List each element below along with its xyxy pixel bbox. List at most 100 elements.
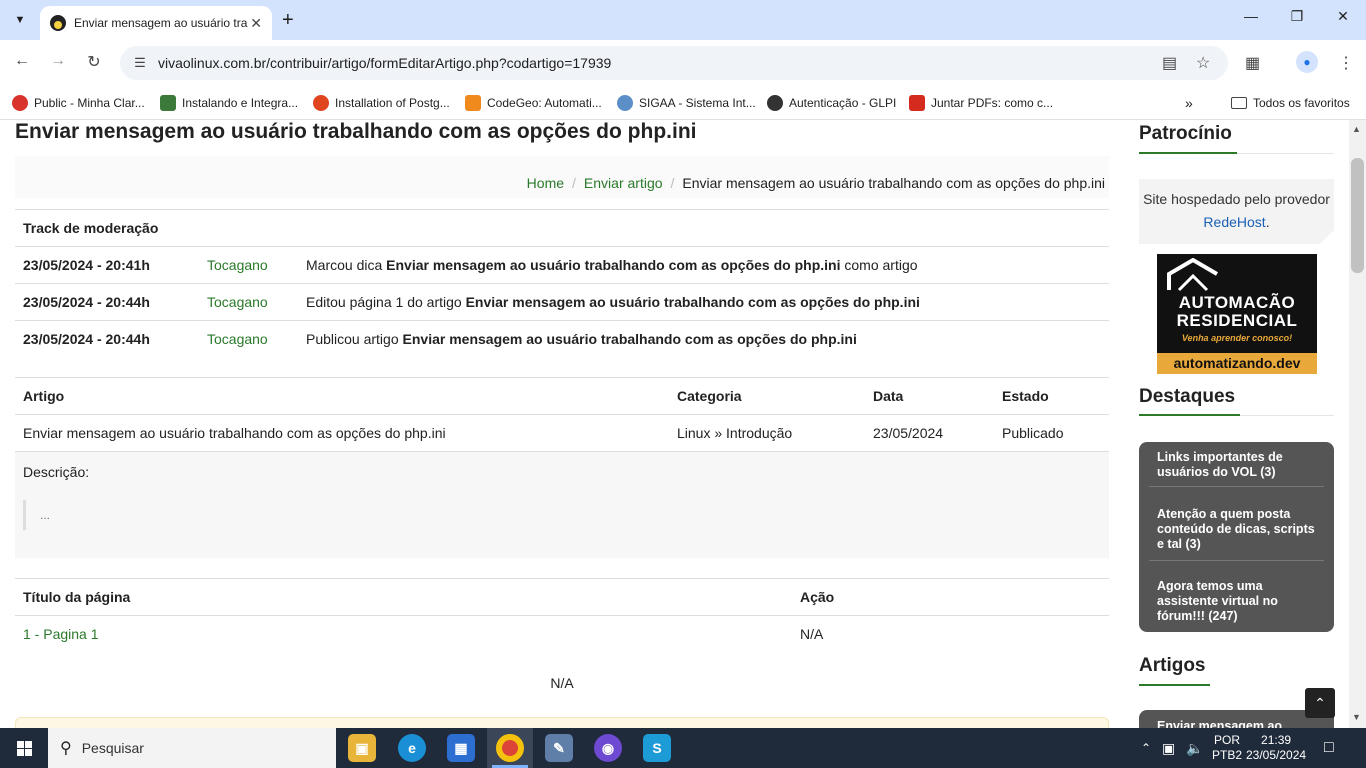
col-estado: Estado <box>994 377 1109 415</box>
firefox-icon[interactable]: ◉ <box>594 734 622 762</box>
sponsor-box: Site hospedado pelo provedor RedeHost. <box>1139 179 1334 244</box>
clock[interactable]: 21:39 23/05/2024 <box>1246 728 1306 768</box>
skype-icon[interactable]: S <box>643 734 671 762</box>
breadcrumb-home-link[interactable]: Home <box>527 175 564 191</box>
bookmark-item[interactable]: SIGAA - Sistema Int... <box>617 93 756 113</box>
store-icon[interactable]: ▦ <box>447 734 475 762</box>
reload-button[interactable]: ↻ <box>82 52 106 72</box>
description-text: ... <box>40 508 51 522</box>
description-panel: Descrição: ... <box>15 451 1109 558</box>
paint-icon[interactable]: ✎ <box>545 734 573 762</box>
article-table: Artigo Categoria Data Estado Enviar mens… <box>15 377 1109 452</box>
extensions-icon[interactable]: ▦ <box>1245 53 1260 73</box>
bookmarks-bar: Public - Minha Clar... Instalando e Inte… <box>0 86 1366 120</box>
moderation-user-link[interactable]: Tocagano <box>199 320 298 358</box>
page-action: N/A <box>792 615 1109 653</box>
bookmark-favicon-icon <box>12 95 28 111</box>
title-underline <box>1139 684 1210 686</box>
artigo-link[interactable]: Enviar mensagem ao <box>1157 719 1317 728</box>
table-row: 23/05/2024 - 20:44h Tocagano Editou pági… <box>15 283 1109 321</box>
destaque-link[interactable]: Atenção a quem posta conteúdo de dicas, … <box>1157 507 1317 552</box>
address-bar[interactable]: ☰ vivaolinux.com.br/contribuir/artigo/fo… <box>120 46 1228 80</box>
back-button[interactable]: ← <box>10 52 34 70</box>
destaque-link[interactable]: Links importantes de usuários do VOL (3) <box>1157 450 1317 480</box>
ad-banner[interactable]: AUTOMACÃO RESIDENCIAL Venha aprender cono… <box>1157 254 1317 374</box>
menu-icon[interactable]: ⋮ <box>1338 53 1354 73</box>
article-title: Enviar mensagem ao usuário trabalhando c… <box>15 414 669 452</box>
redehost-link[interactable]: RedeHost <box>1203 214 1265 230</box>
tray-chevron-icon[interactable]: ⌃ <box>1141 728 1151 768</box>
page-link[interactable]: 1 - Pagina 1 <box>15 615 792 653</box>
sidebar-title-destaques: Destaques <box>1139 386 1236 407</box>
col-categoria: Categoria <box>669 377 865 415</box>
bookmark-item[interactable]: Instalando e Integra... <box>160 93 298 113</box>
moderation-user-link[interactable]: Tocagano <box>199 246 298 284</box>
moderation-date: 23/05/2024 - 20:41h <box>15 246 199 284</box>
url-text[interactable]: vivaolinux.com.br/contribuir/artigo/form… <box>158 55 611 71</box>
description-label: Descrição: <box>23 464 90 480</box>
bookmark-item[interactable]: Public - Minha Clar... <box>12 93 145 113</box>
bookmark-star-icon[interactable]: ☆ <box>1196 53 1210 73</box>
breadcrumb-enviar-link[interactable]: Enviar artigo <box>584 175 663 191</box>
file-explorer-icon[interactable]: ▣ <box>348 734 376 762</box>
install-app-icon[interactable]: ▤ <box>1162 53 1177 73</box>
new-tab-button[interactable]: + <box>282 9 294 32</box>
bookmark-favicon-icon <box>617 95 633 111</box>
more-bookmarks-chevron-icon[interactable]: » <box>1185 93 1193 113</box>
sidebar-title-artigos: Artigos <box>1139 655 1206 676</box>
notice-box <box>15 717 1109 728</box>
edge-icon[interactable]: e <box>398 734 426 762</box>
bookmark-favicon-icon <box>909 95 925 111</box>
site-favicon-icon <box>50 15 66 31</box>
divider <box>1149 486 1324 487</box>
active-tab[interactable]: Enviar mensagem ao usuário tra ✕ <box>40 6 272 40</box>
site-info-icon[interactable]: ☰ <box>130 53 150 73</box>
notification-icon[interactable]: □ <box>1324 728 1334 768</box>
tab-search-button[interactable]: ▼ <box>8 8 32 32</box>
search-placeholder: Pesquisar <box>81 740 144 756</box>
sponsor-corner <box>1320 230 1334 244</box>
scroll-down-arrow-icon[interactable]: ▼ <box>1352 712 1361 722</box>
bookmark-favicon-icon <box>465 95 481 111</box>
bookmark-favicon-icon <box>313 95 329 111</box>
close-window-button[interactable]: ✕ <box>1320 8 1366 25</box>
bookmark-item[interactable]: Juntar PDFs: como c... <box>909 93 1053 113</box>
browser-toolbar: ← → ↻ ☰ vivaolinux.com.br/contribuir/art… <box>0 40 1366 86</box>
bookmark-item[interactable]: Installation of Postg... <box>313 93 450 113</box>
moderation-action: Marcou dica Enviar mensagem ao usuário t… <box>298 246 1109 284</box>
breadcrumb: Home / Enviar artigo / Enviar mensagem ao us… <box>15 156 1109 198</box>
scroll-to-top-button[interactable]: ⌃ <box>1305 688 1335 718</box>
all-favorites-folder[interactable]: Todos os favoritos <box>1231 93 1350 113</box>
tab-close-icon[interactable]: ✕ <box>250 15 262 32</box>
destaques-list: Links importantes de usuários do VOL (3)… <box>1139 442 1334 632</box>
minimize-button[interactable]: — <box>1228 8 1274 24</box>
ad-headline: AUTOMACÃO RESIDENCIAL <box>1176 293 1298 330</box>
table-row: 1 - Pagina 1 N/A <box>15 615 1109 653</box>
volume-icon[interactable]: 🔈 <box>1186 728 1203 768</box>
tab-strip: ▼ Enviar mensagem ao usuário tra ✕ + — ❐… <box>0 0 1366 40</box>
profile-avatar[interactable]: ● <box>1296 51 1318 73</box>
table-row: 23/05/2024 - 20:44h Tocagano Publicou ar… <box>15 320 1109 358</box>
chrome-icon[interactable] <box>496 734 524 762</box>
restore-button[interactable]: ❐ <box>1274 8 1320 25</box>
taskbar-search[interactable]: ⚲ Pesquisar <box>48 728 336 768</box>
house-logo-icon <box>1167 258 1219 292</box>
windows-taskbar: ⚲ Pesquisar ▣ e ▦ ✎ ◉ S ⌃ ▣ 🔈 POR PTB2 21… <box>0 728 1366 768</box>
scroll-up-arrow-icon[interactable]: ▲ <box>1352 124 1361 134</box>
description-quote-bar <box>23 500 35 530</box>
bookmark-item[interactable]: Autenticação - GLPI <box>767 93 896 113</box>
article-category: Linux » Introdução <box>669 414 865 452</box>
moderation-user-link[interactable]: Tocagano <box>199 283 298 321</box>
windows-logo-icon <box>16 740 32 756</box>
forward-button[interactable]: → <box>46 52 70 70</box>
bookmark-item[interactable]: CodeGeo: Automati... <box>465 93 602 113</box>
page-scrollbar[interactable]: ▲ ▼ <box>1349 120 1366 728</box>
scroll-thumb[interactable] <box>1351 158 1364 273</box>
destaque-link[interactable]: Agora temos uma assistente virtual no fó… <box>1157 579 1317 624</box>
network-icon[interactable]: ▣ <box>1162 728 1175 768</box>
search-icon: ⚲ <box>60 740 72 757</box>
table-header-row: Artigo Categoria Data Estado <box>15 377 1109 415</box>
language-indicator[interactable]: POR PTB2 <box>1212 728 1242 768</box>
article-status: Publicado <box>994 414 1109 452</box>
start-button[interactable] <box>0 728 48 768</box>
